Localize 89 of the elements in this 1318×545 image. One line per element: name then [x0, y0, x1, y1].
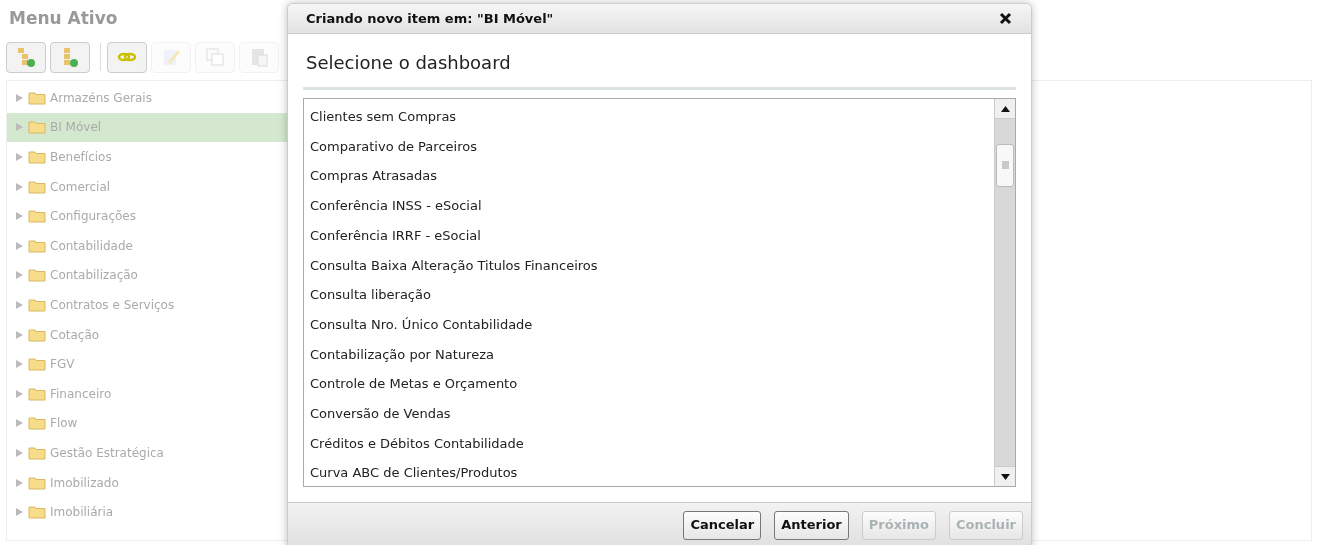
list-item[interactable]: Consulta liberação: [304, 280, 994, 310]
list-item[interactable]: Consulta Nro. Único Contabilidade: [304, 309, 994, 340]
dialog-button[interactable]: Cancelar: [683, 510, 762, 540]
tree-label: Imobiliária: [50, 504, 114, 522]
folder-icon: [28, 386, 46, 401]
expand-icon: [15, 270, 24, 281]
scroll-thumb[interactable]: [996, 144, 1014, 187]
tree-item[interactable]: Flow: [7, 408, 295, 439]
tree-label: Comercial: [50, 178, 111, 196]
dialog-heading: Selecione o dashboard: [305, 51, 512, 75]
folder-icon: [28, 238, 46, 253]
down-arrow-icon: [1000, 473, 1010, 480]
tree-item[interactable]: Benefícios: [7, 142, 295, 172]
folder-icon: [28, 445, 46, 460]
tree-label: Cotação: [50, 326, 100, 344]
folder-icon: [28, 297, 46, 312]
tree-label: Contabilidade: [50, 237, 133, 255]
tree-item[interactable]: Gestão Estratégica: [7, 438, 295, 468]
tree-item[interactable]: Cotação: [7, 319, 295, 350]
dialog-title: Criando novo item em: "BI Móvel": [306, 9, 554, 28]
tree-label: Contabilização: [50, 267, 138, 285]
tree-label: Configurações: [50, 208, 136, 226]
list-item[interactable]: Curva ABC de Clientes/Produtos: [304, 458, 994, 488]
expand-icon: [15, 122, 24, 133]
folder-icon: [28, 327, 46, 342]
tree-item[interactable]: Armazéns Gerais: [7, 83, 295, 113]
tree-label: Imobilizado: [50, 474, 119, 492]
folder-icon: [28, 505, 46, 520]
tree-label: Contratos e Serviços: [50, 296, 175, 314]
tree-label: Financeiro: [50, 385, 112, 403]
tree-item[interactable]: Contabilização: [7, 260, 295, 291]
expand-icon: [15, 418, 24, 429]
tree-item[interactable]: Comercial: [7, 171, 295, 202]
expand-icon: [15, 299, 24, 310]
folder-icon: [28, 268, 46, 283]
dialog-button[interactable]: Anterior: [774, 510, 849, 540]
expand-icon: [15, 329, 24, 340]
tree-item[interactable]: FGV: [7, 349, 295, 379]
up-arrow-icon: [1000, 105, 1010, 112]
toolbar-button[interactable]: [50, 41, 90, 73]
page-title: Menu Ativo: [9, 7, 118, 30]
folder-icon: [28, 179, 46, 194]
tree-item[interactable]: Imobilizado: [7, 467, 295, 498]
expand-icon: [15, 240, 24, 251]
tree-item[interactable]: Contabilidade: [7, 230, 295, 261]
expand-icon: [15, 211, 24, 222]
list-item[interactable]: Comparativo de Parceiros: [304, 131, 994, 162]
tree-item[interactable]: Imobiliária: [7, 497, 295, 527]
tree-label: Armazéns Gerais: [50, 89, 152, 107]
list-item[interactable]: Clientes sem Compras: [304, 102, 994, 132]
scrollbar[interactable]: [994, 99, 1015, 486]
toolbar-button[interactable]: [6, 41, 46, 73]
list-item[interactable]: Contabilização por Natureza: [304, 339, 994, 370]
list-item[interactable]: Compras Atrasadas: [304, 161, 994, 192]
close-button[interactable]: [997, 10, 1013, 27]
list-item[interactable]: Consulta Baixa Alteração Titulos Financeiros: [304, 250, 994, 281]
expand-icon: [15, 388, 24, 399]
tree-item[interactable]: Financeiro: [7, 378, 295, 409]
copy-icon: [204, 46, 226, 68]
tree-add-icon: [15, 46, 37, 68]
toolbar-button[interactable]: [107, 41, 147, 73]
tree-label: Benefícios: [50, 149, 112, 166]
list-item[interactable]: Conferência INSS - eSocial: [304, 191, 994, 221]
folder-icon: [28, 150, 46, 164]
expand-icon: [15, 507, 24, 518]
folder-icon: [28, 416, 46, 431]
expand-icon: [15, 92, 24, 103]
tree-label: BI Móvel: [50, 119, 102, 137]
close-icon: [998, 12, 1012, 25]
expand-icon: [15, 152, 24, 162]
tree-item[interactable]: Configurações: [7, 201, 295, 231]
folder-icon: [28, 209, 46, 224]
list-item[interactable]: Controle de Metas e Orçamento: [304, 369, 994, 399]
expand-icon: [15, 477, 24, 488]
folder-icon: [28, 357, 46, 372]
tree-item[interactable]: Contratos e Serviços: [7, 290, 295, 320]
expand-icon: [15, 447, 24, 458]
grip-icon: [1001, 161, 1009, 170]
tree-label: Gestão Estratégica: [50, 444, 164, 462]
expand-icon: [15, 181, 24, 192]
folder-icon: [28, 120, 46, 135]
tree-label: FGV: [50, 356, 75, 374]
folder-icon: [28, 90, 46, 105]
list-item[interactable]: Conferência IRRF - eSocial: [304, 220, 994, 251]
tree-label: Flow: [50, 415, 78, 433]
list-item[interactable]: Créditos e Débitos Contabilidade: [304, 428, 994, 459]
folder-icon: [28, 475, 46, 490]
list-item[interactable]: Conversão de Vendas: [304, 398, 994, 429]
expand-icon: [15, 359, 24, 370]
